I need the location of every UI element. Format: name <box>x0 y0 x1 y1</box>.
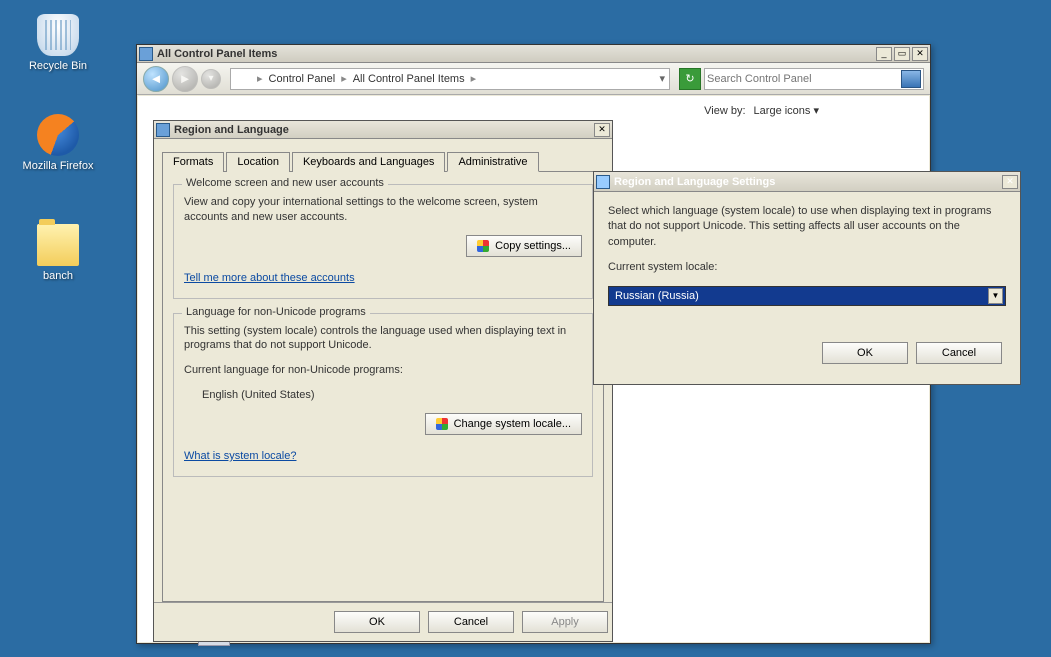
region-icon <box>156 123 170 137</box>
change-locale-button[interactable]: Change system locale... <box>425 413 582 435</box>
current-lang-value: English (United States) <box>184 388 582 403</box>
search-button[interactable] <box>901 70 921 88</box>
desktop-icon-label: Mozilla Firefox <box>20 160 96 172</box>
desktop-icon-firefox[interactable]: Mozilla Firefox <box>20 114 96 172</box>
tab-formats[interactable]: Formats <box>162 152 224 172</box>
group-text: This setting (system locale) controls th… <box>184 324 582 354</box>
group-text: View and copy your international setting… <box>184 195 582 225</box>
breadcrumb-item[interactable]: Control Panel <box>269 73 336 85</box>
firefox-icon <box>37 114 79 156</box>
tab-keyboards[interactable]: Keyboards and Languages <box>292 152 446 172</box>
locale-titlebar[interactable]: Region and Language Settings ✕ <box>594 172 1020 192</box>
control-panel-icon <box>235 71 251 87</box>
tab-location[interactable]: Location <box>226 152 290 172</box>
region-buttons: OK Cancel Apply <box>154 602 612 641</box>
tab-pane-administrative: Welcome screen and new user accounts Vie… <box>162 172 604 602</box>
locale-selected: Russian (Russia) <box>615 290 699 302</box>
search-input[interactable] <box>707 73 901 85</box>
close-button[interactable]: ✕ <box>594 123 610 137</box>
view-by: View by: Large icons ▾ <box>704 104 819 117</box>
back-button[interactable]: ◄ <box>143 66 169 92</box>
region-dialog: Region and Language ✕ Formats Location K… <box>153 120 613 642</box>
breadcrumb-dropdown[interactable]: ▾ <box>659 72 665 85</box>
refresh-button[interactable]: ↻ <box>679 68 701 90</box>
locale-combobox[interactable]: Russian (Russia) ▼ <box>608 286 1006 306</box>
explorer-titlebar[interactable]: All Control Panel Items _ ▭ ✕ <box>137 45 930 63</box>
group-nonunicode: Language for non-Unicode programs This s… <box>173 313 593 477</box>
cancel-button[interactable]: Cancel <box>428 611 514 633</box>
group-welcome: Welcome screen and new user accounts Vie… <box>173 184 593 299</box>
view-by-label: View by: <box>704 105 745 117</box>
close-button[interactable]: ✕ <box>912 47 928 61</box>
desktop-icon-recycle-bin[interactable]: Recycle Bin <box>20 14 96 72</box>
region-titlebar[interactable]: Region and Language ✕ <box>154 121 612 139</box>
ok-button[interactable]: OK <box>334 611 420 633</box>
forward-button[interactable]: ► <box>172 66 198 92</box>
maximize-button[interactable]: ▭ <box>894 47 910 61</box>
locale-dialog: Region and Language Settings ✕ Select wh… <box>593 171 1021 385</box>
apply-button[interactable]: Apply <box>522 611 608 633</box>
region-icon <box>596 175 610 189</box>
link-more-accounts[interactable]: Tell me more about these accounts <box>184 272 355 284</box>
locale-buttons: OK Cancel <box>608 334 1006 372</box>
explorer-title: All Control Panel Items <box>157 48 874 60</box>
chevron-down-icon: ▼ <box>988 288 1003 304</box>
locale-current-label: Current system locale: <box>608 260 1006 275</box>
tab-administrative[interactable]: Administrative <box>447 152 538 172</box>
desktop-icon-label: Recycle Bin <box>20 60 96 72</box>
desktop-icon-label: banch <box>20 270 96 282</box>
desktop-icon-folder[interactable]: banch <box>20 224 96 282</box>
shield-icon <box>436 418 448 430</box>
locale-text: Select which language (system locale) to… <box>608 204 1006 250</box>
control-panel-icon <box>139 47 153 61</box>
explorer-toolbar: ◄ ► ▾ ▸ Control Panel ▸ All Control Pane… <box>137 63 930 95</box>
breadcrumb-item[interactable]: All Control Panel Items <box>353 73 465 85</box>
ok-button[interactable]: OK <box>822 342 908 364</box>
view-by-value[interactable]: Large icons ▾ <box>754 104 819 117</box>
search-box[interactable] <box>704 68 924 90</box>
current-lang-label: Current language for non-Unicode program… <box>184 363 582 378</box>
recycle-bin-icon <box>37 14 79 56</box>
group-legend: Welcome screen and new user accounts <box>182 177 388 189</box>
history-dropdown[interactable]: ▾ <box>201 69 221 89</box>
region-title: Region and Language <box>174 124 592 136</box>
group-legend: Language for non-Unicode programs <box>182 306 370 318</box>
folder-icon <box>37 224 79 266</box>
breadcrumb[interactable]: ▸ Control Panel ▸ All Control Panel Item… <box>230 68 670 90</box>
link-what-is-locale[interactable]: What is system locale? <box>184 450 296 462</box>
copy-settings-button[interactable]: Copy settings... <box>466 235 582 257</box>
shield-icon <box>477 240 489 252</box>
locale-body: Select which language (system locale) to… <box>594 192 1020 384</box>
locale-title: Region and Language Settings <box>614 176 1000 188</box>
minimize-button[interactable]: _ <box>876 47 892 61</box>
region-tabs: Formats Location Keyboards and Languages… <box>162 151 604 172</box>
region-body: Formats Location Keyboards and Languages… <box>154 139 612 602</box>
close-button[interactable]: ✕ <box>1002 175 1018 189</box>
cancel-button[interactable]: Cancel <box>916 342 1002 364</box>
